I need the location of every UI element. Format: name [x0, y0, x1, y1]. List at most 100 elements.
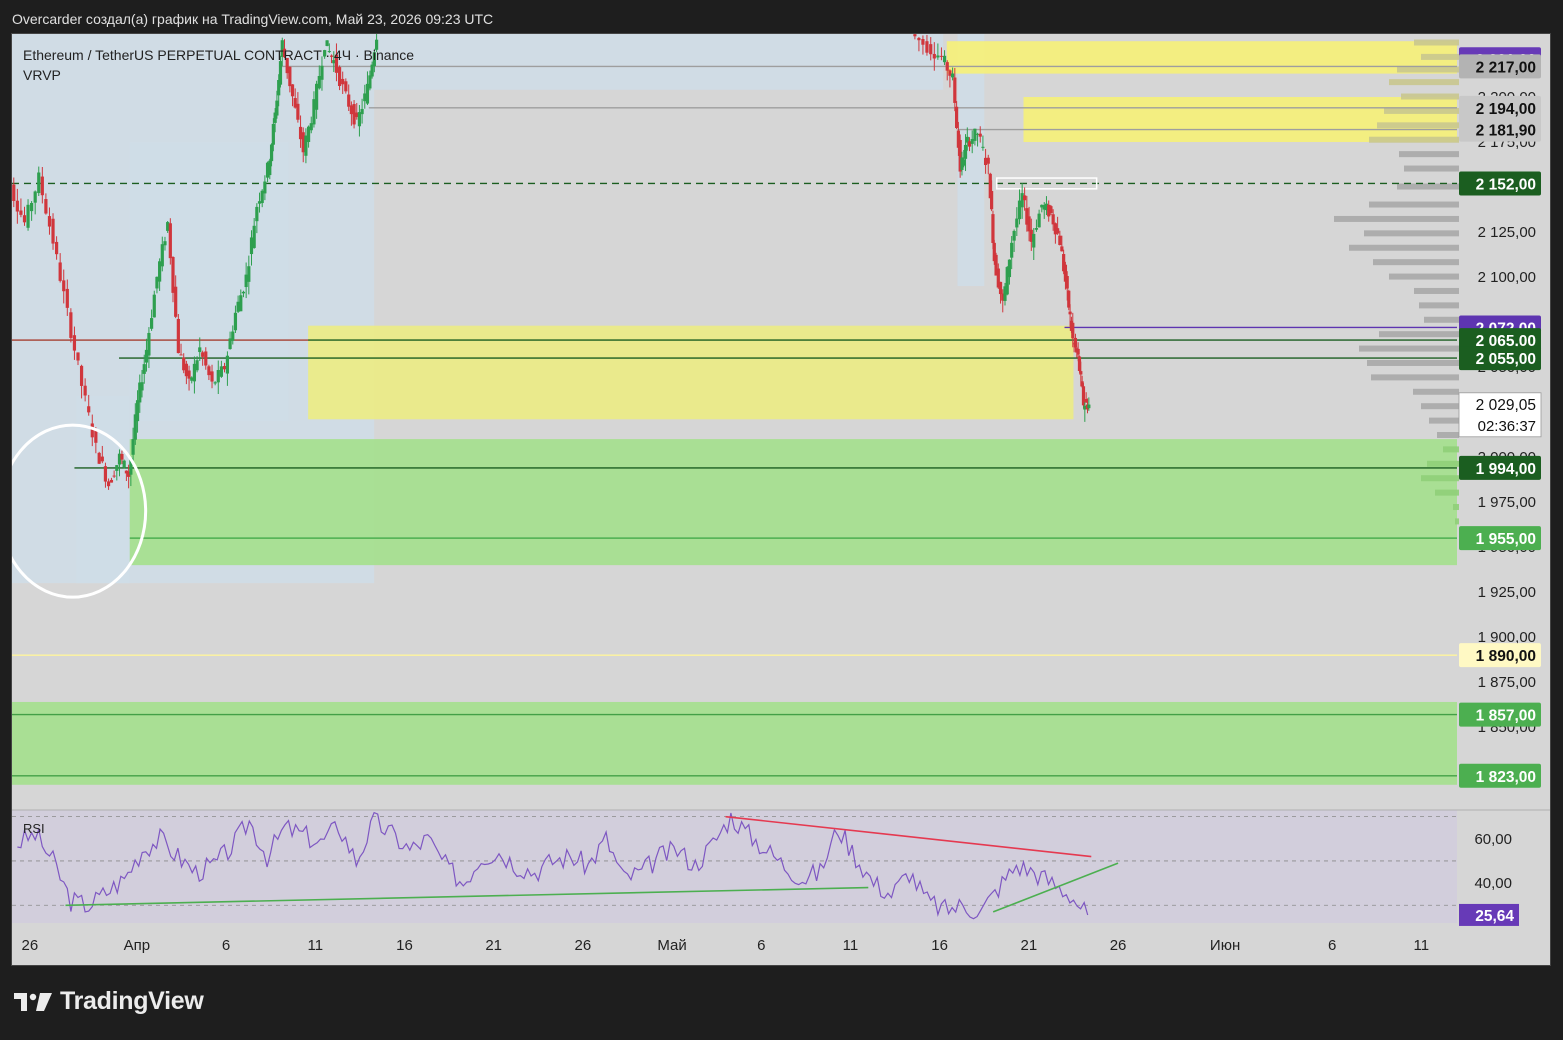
candle-b-candle — [981, 146, 985, 148]
candle-a-candle — [174, 286, 178, 317]
candle-a-candle — [51, 218, 55, 244]
candle-b-candle — [1032, 233, 1036, 248]
symbol-title[interactable]: Ethereum / TetherUS PERPETUAL CONTRACT ·… — [23, 45, 414, 65]
x-tick-label: 26 — [1110, 937, 1127, 954]
price-chart[interactable]: 2 200,002 175,002 125,002 100,002 050,00… — [12, 34, 1550, 965]
candle-b-candle — [963, 144, 968, 159]
vrvp-bar — [1399, 151, 1459, 158]
yellow-zone-mid — [1023, 97, 1457, 143]
vrvp-bar — [1373, 259, 1459, 266]
rsi-tick-label: 40,00 — [1474, 875, 1512, 892]
vrvp-bar — [1384, 107, 1459, 114]
candle-a-candle — [268, 160, 272, 176]
vrvp-bar — [1349, 244, 1459, 251]
candle-a-candle — [94, 430, 98, 443]
candle-b-candle — [939, 55, 944, 57]
countdown-label: 02:36:37 — [1478, 418, 1536, 435]
candle-b-candle — [1058, 235, 1062, 246]
candle-a-candle — [109, 479, 114, 483]
candle-a-candle — [62, 280, 66, 292]
rsi-value-label: 25,64 — [1475, 908, 1514, 925]
candle-a-candle — [231, 331, 235, 341]
candle-b-candle — [1071, 322, 1075, 339]
candle-b-candle — [1012, 230, 1016, 241]
candle-a-candle — [296, 103, 300, 120]
candle-a-candle — [163, 241, 167, 246]
vrvp-bar — [1369, 201, 1459, 208]
tradingview-logo-icon — [14, 992, 52, 1011]
candle-b-candle — [1007, 259, 1012, 278]
vrvp-bar — [1421, 403, 1459, 410]
candle-a-candle — [198, 347, 202, 353]
candle-a-candle — [142, 364, 146, 374]
candle-a-candle — [112, 475, 116, 477]
candle-a-candle — [33, 191, 37, 203]
candle-a-candle — [106, 481, 111, 487]
candle-a-candle — [247, 266, 251, 282]
candle-a-candle — [115, 465, 119, 471]
candle-b-candle — [990, 191, 994, 210]
candle-a-candle — [69, 312, 73, 338]
candle-a-candle — [100, 456, 104, 462]
candle-b-candle — [1034, 228, 1039, 230]
candle-b-candle — [986, 157, 990, 164]
vrvp-bar — [1429, 417, 1459, 424]
candle-b-candle — [1015, 218, 1019, 228]
vrvp-bar — [1369, 136, 1459, 143]
candle-a-candle — [37, 172, 41, 194]
time-axis-background — [12, 923, 1550, 965]
candle-a-candle — [269, 144, 274, 162]
candle-a-candle — [347, 94, 351, 107]
candle-a-candle — [58, 262, 62, 281]
vrvp-bar — [1413, 388, 1459, 395]
session-shade-1 — [374, 34, 944, 90]
candle-b-candle — [1049, 206, 1053, 214]
indicator-label-vrvp[interactable]: VRVP — [23, 65, 414, 85]
chart-attribution: Overcarder создал(а) график на TradingVi… — [12, 11, 494, 27]
candle-a-candle — [255, 206, 259, 222]
candle-a-candle — [103, 466, 108, 482]
rsi-pane-label[interactable]: RSI — [23, 821, 45, 836]
x-tick-label: 26 — [21, 937, 38, 954]
candle-a-candle — [360, 108, 364, 115]
y-tick-label: 1 975,00 — [1478, 494, 1536, 511]
vrvp-bar — [1379, 331, 1459, 338]
x-tick-label: 11 — [843, 937, 859, 954]
candle-b-candle — [953, 77, 957, 103]
candle-a-candle — [222, 365, 227, 370]
candle-a-candle — [263, 181, 267, 194]
candle-b-candle — [955, 106, 959, 129]
green-zone-mid — [129, 439, 1458, 566]
candle-a-candle — [149, 318, 154, 329]
candle-a-candle — [83, 385, 87, 396]
candle-a-candle — [201, 352, 205, 357]
y-tick-label: 1 875,00 — [1478, 674, 1536, 691]
brand-name: TradingView — [60, 987, 204, 1015]
x-tick-label: 16 — [931, 937, 948, 954]
candle-a-candle — [160, 244, 164, 267]
price-tag-label: 1 955,00 — [1476, 531, 1536, 548]
candle-b-candle — [991, 214, 995, 244]
x-tick-label: 6 — [1328, 937, 1336, 954]
yellow-zone-top — [946, 41, 1457, 74]
y-tick-label: 1 925,00 — [1478, 584, 1536, 601]
candle-b-candle — [1027, 216, 1031, 232]
price-tag-label: 2 217,00 — [1476, 59, 1536, 76]
candle-a-candle — [47, 216, 52, 227]
vrvp-bar — [1421, 475, 1459, 482]
vrvp-bar — [1404, 165, 1459, 172]
rsi-tick-label: 60,00 — [1474, 831, 1512, 848]
candle-b-candle — [1010, 242, 1014, 258]
y-tick-label: 2 100,00 — [1478, 269, 1536, 286]
candle-a-candle — [76, 352, 80, 361]
candle-b-candle — [1051, 214, 1055, 225]
candle-a-candle — [195, 360, 199, 371]
vrvp-bar — [1424, 316, 1459, 323]
chart-frame[interactable]: 2 200,002 175,002 125,002 100,002 050,00… — [11, 33, 1551, 966]
vrvp-bar — [1364, 230, 1459, 237]
candle-a-candle — [210, 371, 214, 382]
vrvp-bar — [1371, 374, 1459, 381]
price-tag-label: 2 181,90 — [1476, 123, 1536, 140]
x-tick-label: 11 — [1414, 937, 1430, 954]
candle-a-candle — [19, 210, 23, 215]
